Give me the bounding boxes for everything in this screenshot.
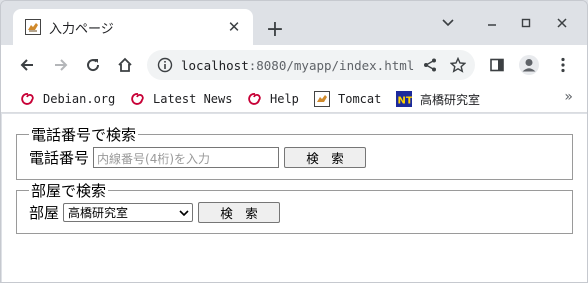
room-search-fieldset: 部屋で検索 部屋 高橋研究室 検 索 [16,180,573,234]
bookmarks-overflow-icon[interactable]: » [564,89,573,105]
phone-search-fieldset: 電話番号で検索 電話番号 内線番号(4桁)を入力 検 索 [16,124,573,180]
extension-number-input[interactable]: 内線番号(4桁)を入力 [93,147,280,168]
bookmark-help[interactable]: Help [246,89,299,109]
debian-swirl-icon [248,93,261,105]
minimize-icon[interactable] [477,11,507,35]
maximize-icon[interactable] [511,11,541,35]
browser-toolbar: localhost:8080/myapp/index.html [1,45,587,85]
back-icon[interactable] [13,51,41,79]
room-select[interactable]: 高橋研究室 [63,203,194,222]
bookmark-label: Latest News [153,92,233,106]
url-path: :8080/myapp/index.html [248,57,415,73]
url-host: localhost [181,57,249,73]
debian-swirl-icon [21,93,34,105]
bookmark-takahashi-lab[interactable]: NT 高橋研究室 [396,89,480,109]
phone-search-legend: 電話番号で検索 [31,127,137,144]
address-bar[interactable]: localhost:8080/myapp/index.html [147,50,475,80]
browser-window: 入力ページ ✕ + localhost:8080/myapp/index.htm… [0,0,588,283]
tab-title: 入力ページ [49,20,114,36]
forward-icon[interactable] [47,51,75,79]
reload-icon[interactable] [79,51,107,79]
room-search-button[interactable]: 検 索 [198,202,281,223]
home-icon[interactable] [111,51,139,79]
tab-active[interactable]: 入力ページ ✕ [13,9,253,45]
svg-text:NT: NT [398,96,413,107]
tomcat-icon [314,91,330,107]
bookmark-debian[interactable]: Debian.org [19,89,115,109]
room-label: 部屋 [29,205,60,222]
site-info-icon[interactable] [157,57,173,73]
tab-close-icon[interactable]: ✕ [223,16,245,38]
page-content: 電話番号で検索 電話番号 内線番号(4桁)を入力 検 索 部屋で検索 部屋 高橋… [2,114,587,282]
bookmark-label: Help [270,92,299,106]
debian-swirl-icon [131,93,144,105]
tab-search-chevron-icon[interactable] [433,11,463,35]
tab-strip: 入力ページ ✕ + [1,1,587,45]
bookmark-latest-news[interactable]: Latest News [129,89,232,109]
menu-kebab-icon[interactable] [549,51,577,79]
room-select-value: 高橋研究室 [68,206,129,220]
share-icon[interactable] [419,54,441,76]
bookmark-label: 高橋研究室 [420,92,481,107]
tomcat-favicon-icon [25,19,41,35]
new-tab-icon[interactable]: + [263,17,287,42]
bookmark-label: Tomcat [338,92,382,106]
room-search-legend: 部屋で検索 [31,183,107,200]
nt-icon: NT [396,91,412,107]
profile-avatar-icon[interactable] [515,51,543,79]
bookmark-tomcat[interactable]: Tomcat [314,89,381,109]
bookmark-star-icon[interactable] [447,54,469,76]
phone-search-button[interactable]: 検 索 [284,147,367,168]
bookmark-label: Debian.org [43,92,116,106]
side-panel-icon[interactable] [483,51,511,79]
address-url[interactable]: localhost:8080/myapp/index.html [181,58,419,73]
close-window-icon[interactable] [547,11,577,35]
chevron-down-icon [176,209,192,216]
bookmarks-bar: Debian.org Latest News Help Tomcat NT 高橋… [1,85,587,113]
phone-number-label: 電話番号 [29,150,90,167]
